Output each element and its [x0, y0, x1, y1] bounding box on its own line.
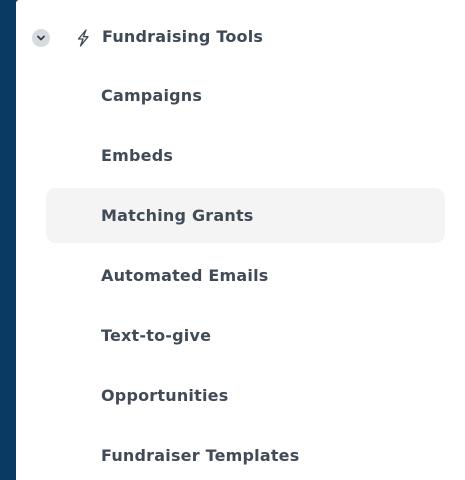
nav-item-campaigns[interactable]: Campaigns — [16, 68, 465, 123]
nav-item-label: Fundraiser Templates — [101, 446, 300, 465]
section-title: Fundraising Tools — [102, 27, 264, 46]
nav-item-text-to-give[interactable]: Text-to-give — [16, 308, 465, 363]
nav-item-label: Opportunities — [101, 386, 229, 405]
nav-item-label: Campaigns — [101, 86, 203, 105]
nav-item-embeds[interactable]: Embeds — [16, 128, 465, 183]
nav-item-matching-grants[interactable]: Matching Grants — [46, 188, 445, 243]
chevron-down-icon[interactable] — [32, 29, 50, 47]
nav-item-fundraiser-templates[interactable]: Fundraiser Templates — [16, 428, 465, 480]
nav-item-automated-emails[interactable]: Automated Emails — [16, 248, 465, 303]
lightning-bolt-icon — [74, 28, 92, 48]
nav-item-opportunities[interactable]: Opportunities — [16, 368, 465, 423]
fundraising-tools-nav: Campaigns Embeds Matching Grants Automat… — [16, 68, 465, 480]
nav-item-label: Automated Emails — [101, 266, 269, 285]
nav-item-label: Matching Grants — [101, 206, 254, 225]
nav-item-label: Text-to-give — [101, 326, 212, 345]
sidebar-panel: Fundraising Tools Campaigns Embeds Match… — [16, 0, 465, 480]
nav-item-label: Embeds — [101, 146, 174, 165]
